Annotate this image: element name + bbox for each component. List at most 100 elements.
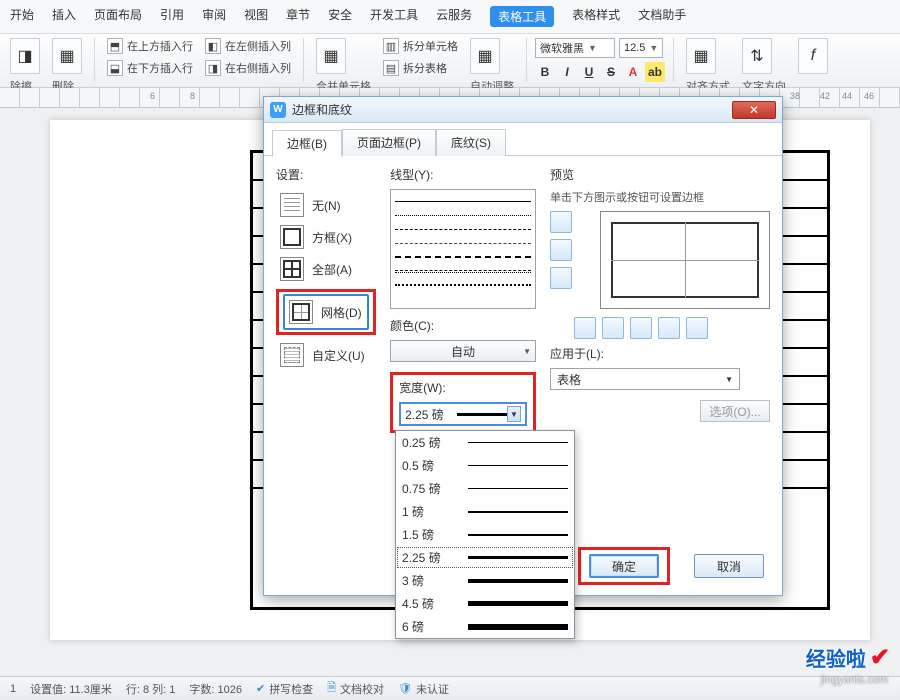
border-preview[interactable]: [600, 211, 770, 309]
dialog-titlebar[interactable]: W 边框和底纹 ✕: [264, 97, 782, 123]
width-combo[interactable]: 2.25 磅 ▼: [399, 402, 527, 426]
setting-none[interactable]: 无(N): [276, 189, 376, 221]
strike-button[interactable]: S: [601, 62, 621, 82]
edge-diag1-button[interactable]: [574, 317, 596, 339]
italic-button[interactable]: I: [557, 62, 577, 82]
edge-right-button[interactable]: [658, 317, 680, 339]
style-label: 线型(Y):: [390, 166, 536, 183]
edge-top-button[interactable]: [550, 211, 572, 233]
status-col: 1: [10, 683, 16, 695]
insert-col-right[interactable]: ◨在右侧插入列: [205, 60, 291, 76]
status-auth[interactable]: 🛡未认证: [398, 681, 449, 697]
apply-to-combo[interactable]: 表格▼: [550, 368, 740, 390]
menu-security[interactable]: 安全: [328, 6, 352, 27]
color-combo[interactable]: 自动▼: [390, 340, 536, 362]
font-color-button[interactable]: A: [623, 62, 643, 82]
underline-button[interactable]: U: [579, 62, 599, 82]
text-direction-icon[interactable]: ⇅: [742, 38, 772, 74]
tab-page-border[interactable]: 页面边框(P): [342, 129, 436, 156]
menu-devtools[interactable]: 开发工具: [370, 6, 418, 27]
insert-row-above[interactable]: ⬒在上方插入行: [107, 38, 193, 54]
width-option[interactable]: 4.5 磅: [396, 592, 574, 615]
color-label: 颜色(C):: [390, 317, 536, 334]
width-option[interactable]: 1 磅: [396, 500, 574, 523]
menu-cloud[interactable]: 云服务: [436, 6, 472, 27]
delete-icon[interactable]: ▦: [52, 38, 82, 74]
menu-pagelayout[interactable]: 页面布局: [94, 6, 142, 27]
split-cell[interactable]: ▥拆分单元格: [383, 38, 458, 54]
width-option[interactable]: 0.25 磅: [396, 431, 574, 454]
width-option[interactable]: 0.75 磅: [396, 477, 574, 500]
grid-icon: [289, 300, 313, 324]
bold-button[interactable]: B: [535, 62, 555, 82]
ribbon-toolbar: ◨除擦 ▦删除 ⬒在上方插入行 ⬓在下方插入行 ◧在左侧插入列 ◨在右侧插入列 …: [0, 34, 900, 88]
highlight-button[interactable]: ab: [645, 62, 665, 82]
insert-col-left[interactable]: ◧在左侧插入列: [205, 38, 291, 54]
dialog-footer: 确定 取消: [578, 547, 764, 585]
font-name-combo[interactable]: 微软雅黑▼: [535, 38, 615, 58]
col-left-icon: ◧: [205, 38, 221, 54]
edge-diag2-button[interactable]: [686, 317, 708, 339]
width-option-selected[interactable]: 2.25 磅: [396, 546, 574, 569]
menu-doc-assist[interactable]: 文档助手: [638, 6, 686, 27]
setting-custom[interactable]: 自定义(U): [276, 339, 376, 371]
merge-cells-icon[interactable]: ▦: [316, 38, 346, 74]
width-preview-line: [457, 413, 507, 416]
status-setval: 设置值: 11.3厘米: [30, 681, 112, 697]
width-option[interactable]: 0.5 磅: [396, 454, 574, 477]
eraser-icon[interactable]: ◨: [10, 38, 40, 74]
preview-label: 预览: [550, 166, 770, 183]
edge-vinner-button[interactable]: [630, 317, 652, 339]
split-table-icon: ▤: [383, 60, 399, 76]
app-icon: W: [270, 102, 286, 118]
formula-icon[interactable]: f: [798, 38, 828, 74]
preview-hint: 单击下方图示或按钮可设置边框: [550, 189, 770, 205]
width-option[interactable]: 6 磅: [396, 615, 574, 638]
dialog-title: 边框和底纹: [292, 101, 726, 118]
menu-section[interactable]: 章节: [286, 6, 310, 27]
status-wordcount: 字数: 1026: [189, 681, 242, 697]
split-table[interactable]: ▤拆分表格: [383, 60, 458, 76]
menu-review[interactable]: 审阅: [202, 6, 226, 27]
menu-insert[interactable]: 插入: [52, 6, 76, 27]
width-dropdown-list[interactable]: 0.25 磅 0.5 磅 0.75 磅 1 磅 1.5 磅 2.25 磅 3 磅…: [395, 430, 575, 639]
autofit-icon[interactable]: ▦: [470, 38, 500, 74]
row-below-icon: ⬓: [107, 60, 123, 76]
tab-border[interactable]: 边框(B): [272, 130, 342, 157]
watermark: 经验啦✔: [806, 643, 890, 672]
ok-button[interactable]: 确定: [589, 554, 659, 578]
check-icon: ✔: [870, 643, 890, 672]
status-spellcheck[interactable]: ✔拼写检查: [256, 681, 313, 697]
font-size-combo[interactable]: 12.5▼: [619, 38, 663, 58]
line-style-list[interactable]: [390, 189, 536, 309]
edge-hinner-button[interactable]: [550, 239, 572, 261]
menu-table-style[interactable]: 表格样式: [572, 6, 620, 27]
apply-label: 应用于(L):: [550, 345, 770, 362]
shield-icon: 🛡: [398, 682, 412, 695]
col-right-icon: ◨: [205, 60, 221, 76]
spell-icon: ✔: [256, 682, 265, 695]
width-option[interactable]: 1.5 磅: [396, 523, 574, 546]
chevron-down-icon: ▼: [507, 406, 521, 422]
tab-shading[interactable]: 底纹(S): [436, 129, 506, 156]
close-button[interactable]: ✕: [732, 101, 776, 119]
setting-box[interactable]: 方框(X): [276, 221, 376, 253]
row-above-icon: ⬒: [107, 38, 123, 54]
cancel-button[interactable]: 取消: [694, 554, 764, 578]
width-option[interactable]: 3 磅: [396, 569, 574, 592]
align-icon[interactable]: ▦: [686, 38, 716, 74]
status-proof[interactable]: 🗎文档校对: [327, 679, 384, 698]
options-button: 选项(O)...: [700, 400, 770, 422]
all-icon: [280, 257, 304, 281]
split-cell-icon: ▥: [383, 38, 399, 54]
menu-reference[interactable]: 引用: [160, 6, 184, 27]
setting-grid[interactable]: 网格(D): [283, 294, 369, 330]
menu-table-tools[interactable]: 表格工具: [490, 6, 554, 27]
edge-left-button[interactable]: [602, 317, 624, 339]
edge-bottom-button[interactable]: [550, 267, 572, 289]
insert-row-below[interactable]: ⬓在下方插入行: [107, 60, 193, 76]
status-bar: 1 设置值: 11.3厘米 行: 8 列: 1 字数: 1026 ✔拼写检查 🗎…: [0, 676, 900, 700]
menu-view[interactable]: 视图: [244, 6, 268, 27]
setting-all[interactable]: 全部(A): [276, 253, 376, 285]
menu-start[interactable]: 开始: [10, 6, 34, 27]
